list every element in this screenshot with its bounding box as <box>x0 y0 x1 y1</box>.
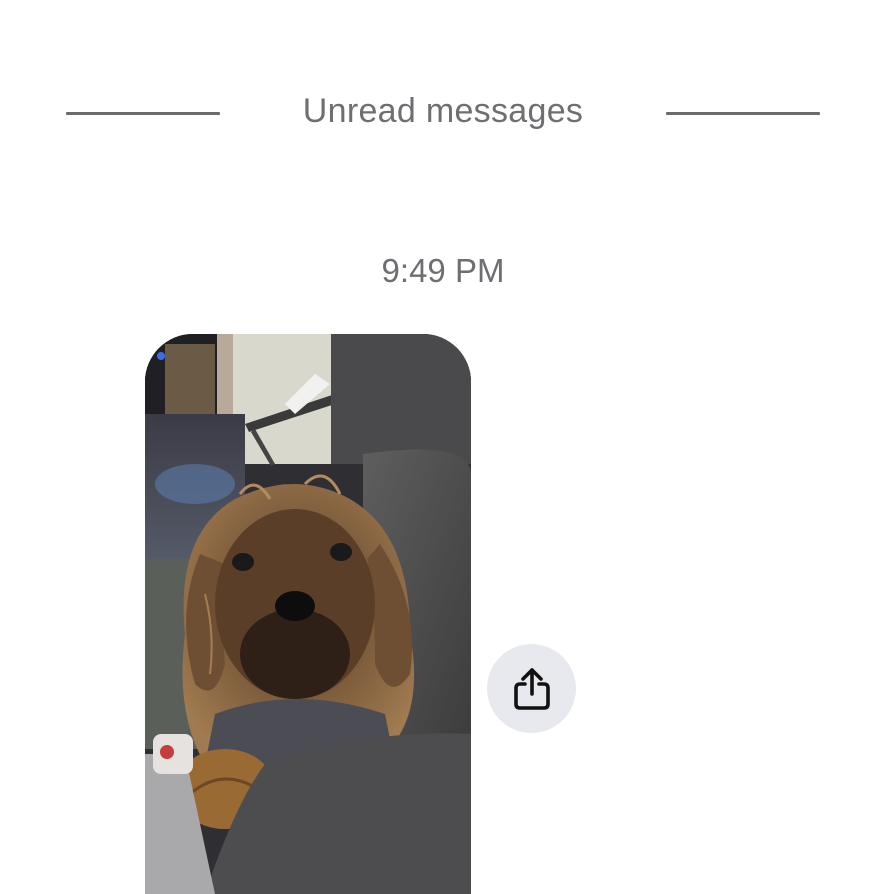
share-icon <box>513 667 550 710</box>
divider-line-right <box>666 112 820 115</box>
dog-photo <box>145 334 471 894</box>
unread-messages-divider: Unread messages <box>0 88 886 140</box>
share-button[interactable] <box>487 644 576 733</box>
photo-message-attachment[interactable] <box>145 334 471 894</box>
message-timestamp: 9:49 PM <box>381 252 505 289</box>
